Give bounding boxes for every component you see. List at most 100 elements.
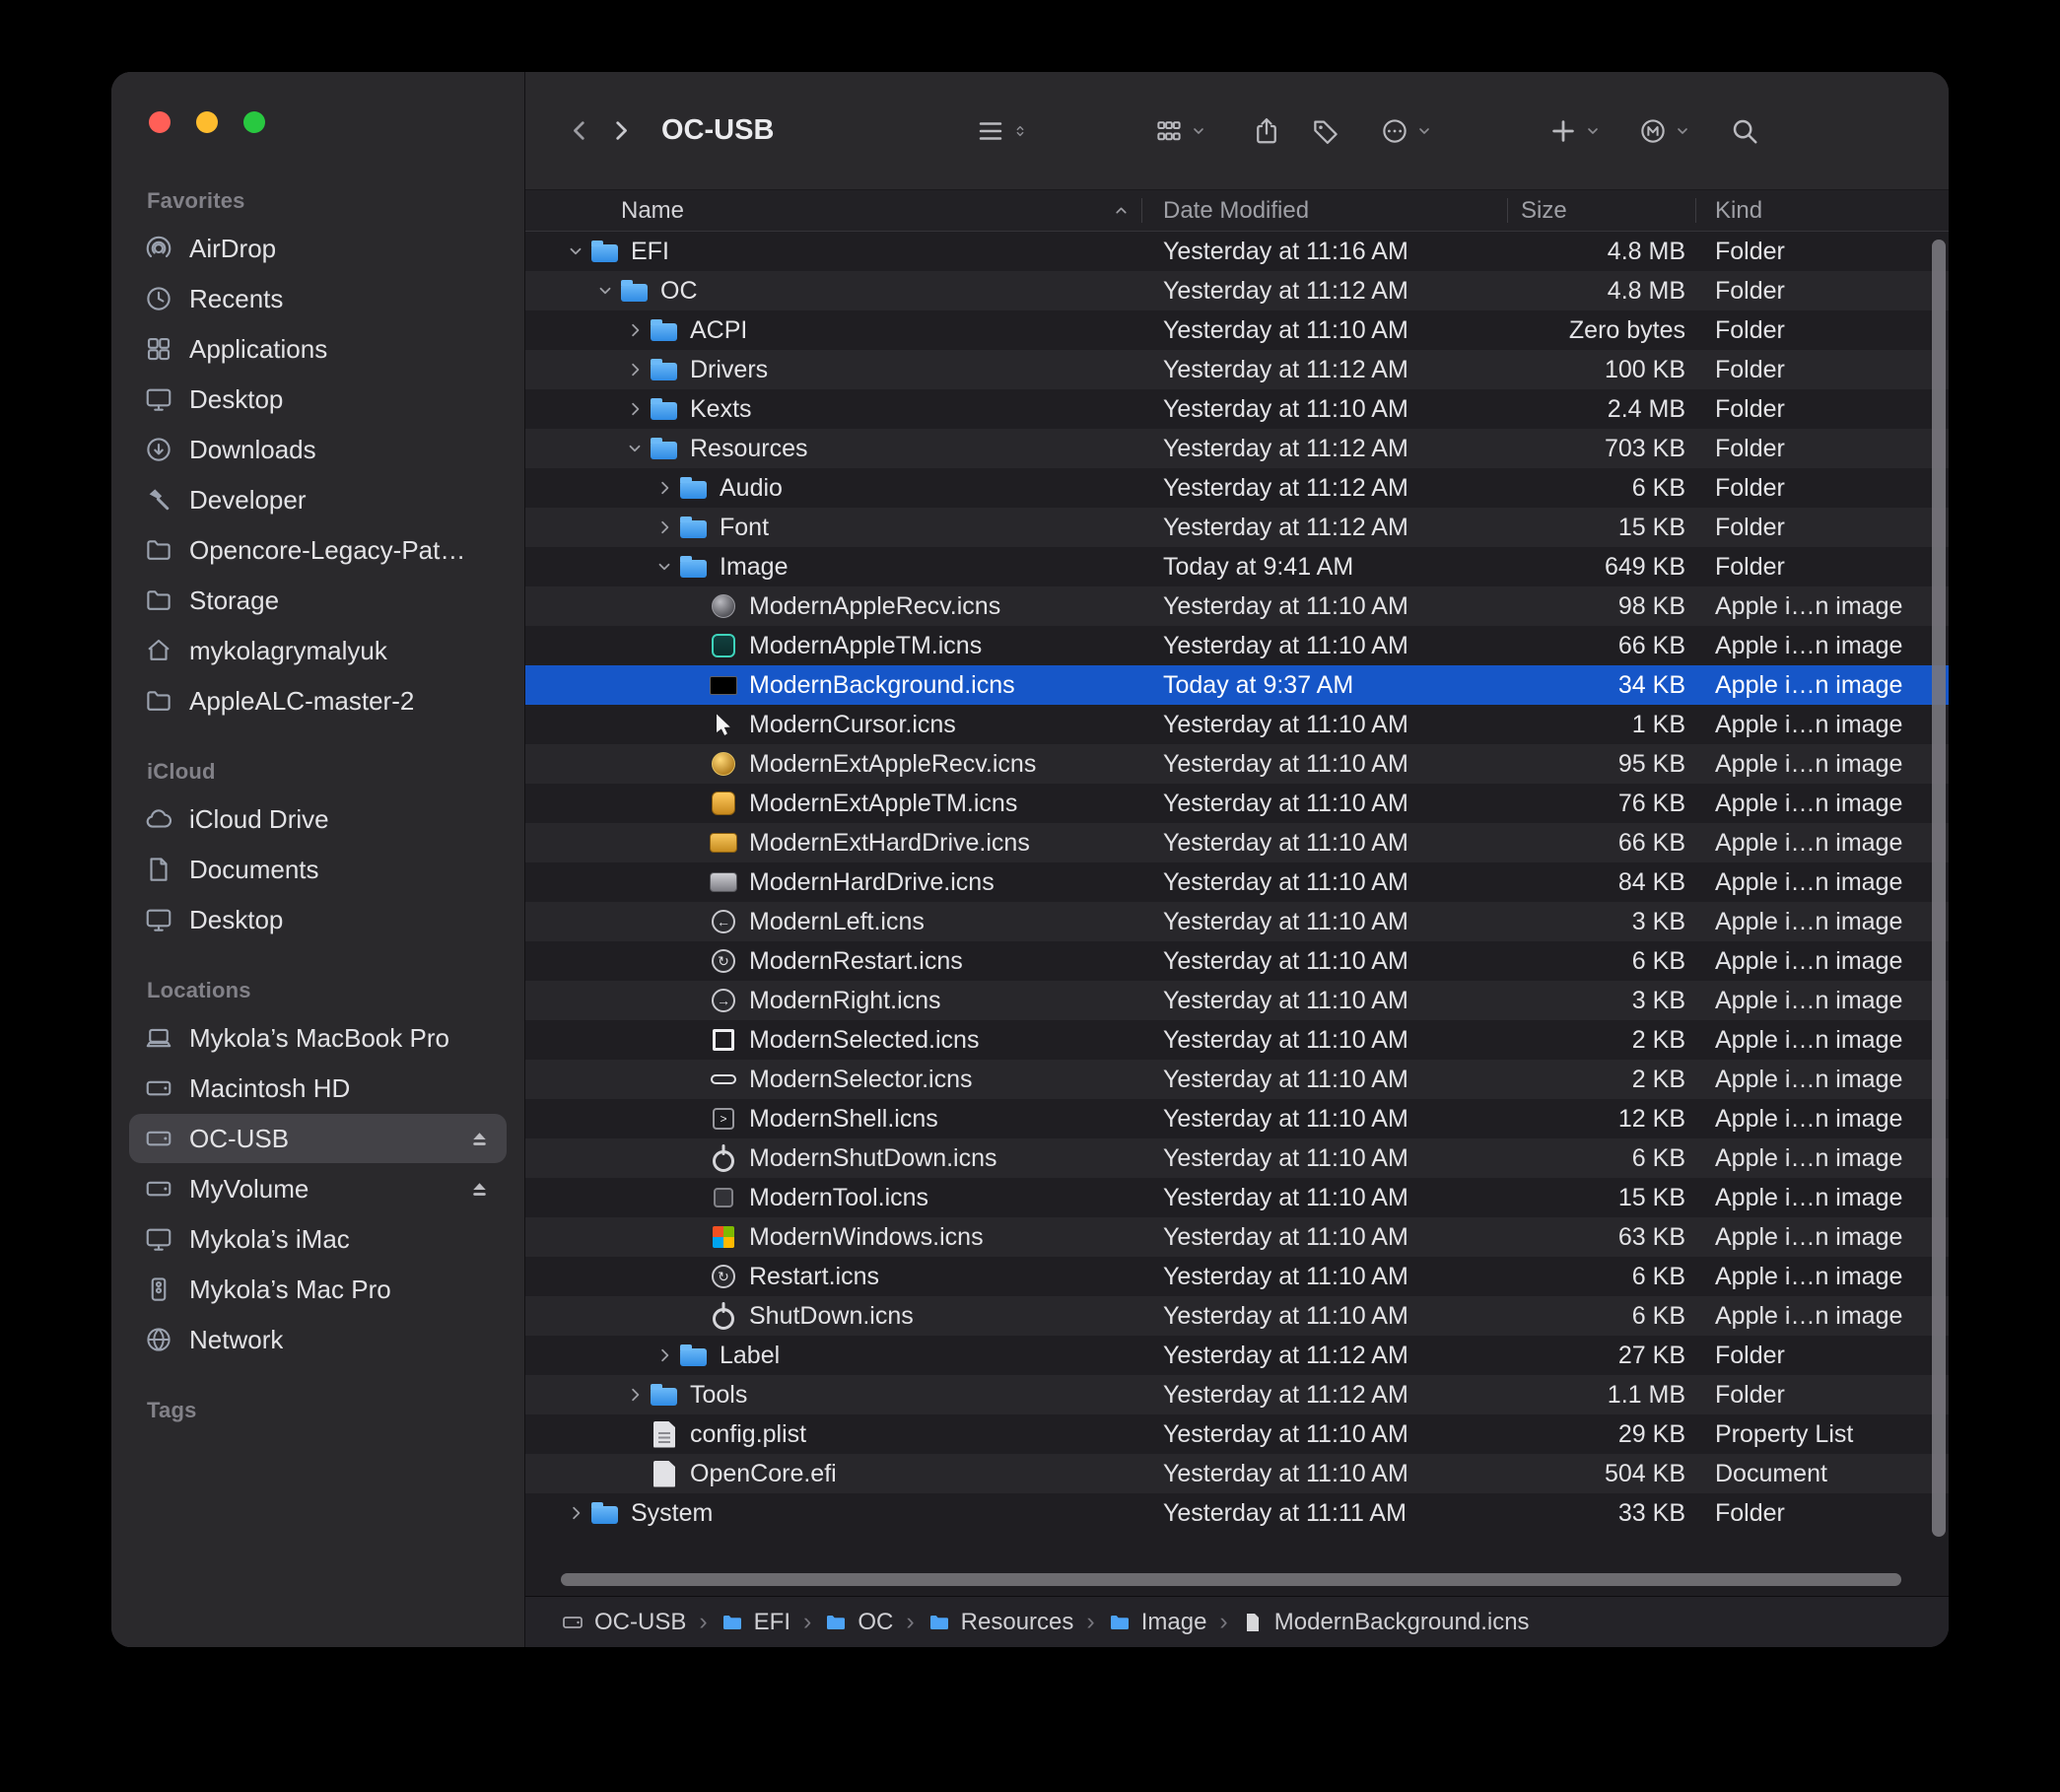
- file-row-kexts[interactable]: KextsYesterday at 11:10 AM2.4 MBFolder: [525, 389, 1949, 429]
- file-row-modernright-icns[interactable]: ModernRight.icnsYesterday at 11:10 AM3 K…: [525, 981, 1949, 1020]
- more-actions-button[interactable]: [1380, 116, 1432, 146]
- disclosure-closed-icon[interactable]: [650, 518, 679, 536]
- file-row-modernapplerecv-icns[interactable]: ModernAppleRecv.icnsYesterday at 11:10 A…: [525, 586, 1949, 626]
- fullscreen-button[interactable]: [243, 111, 265, 133]
- file-row-config-plist[interactable]: config.plistYesterday at 11:10 AM29 KBPr…: [525, 1414, 1949, 1454]
- file-row-shutdown-icns[interactable]: ShutDown.icnsYesterday at 11:10 AM6 KBAp…: [525, 1296, 1949, 1336]
- file-row-audio[interactable]: AudioYesterday at 11:12 AM6 KBFolder: [525, 468, 1949, 508]
- sidebar-item-mykola-s-imac[interactable]: Mykola’s iMac: [129, 1214, 507, 1264]
- date-modified-cell: Yesterday at 11:10 AM: [1141, 1066, 1507, 1094]
- file-row-modernrestart-icns[interactable]: ModernRestart.icnsYesterday at 11:10 AM6…: [525, 941, 1949, 981]
- file-row-modernshutdown-icns[interactable]: ModernShutDown.icnsYesterday at 11:10 AM…: [525, 1138, 1949, 1178]
- column-header-date-modified[interactable]: Date Modified: [1141, 190, 1507, 231]
- disclosure-closed-icon[interactable]: [620, 361, 650, 379]
- size-cell: 6 KB: [1507, 1263, 1695, 1291]
- disclosure-open-icon[interactable]: [561, 242, 590, 260]
- file-row-modernextharddrive-icns[interactable]: ModernExtHardDrive.icnsYesterday at 11:1…: [525, 823, 1949, 862]
- file-row-drivers[interactable]: DriversYesterday at 11:12 AM100 KBFolder: [525, 350, 1949, 389]
- file-row-modernselector-icns[interactable]: ModernSelector.icnsYesterday at 11:10 AM…: [525, 1060, 1949, 1099]
- file-row-opencore-efi[interactable]: OpenCore.efiYesterday at 11:10 AM504 KBD…: [525, 1454, 1949, 1493]
- path-item-image[interactable]: Image: [1108, 1609, 1207, 1636]
- sidebar-item-developer[interactable]: Developer: [129, 475, 507, 524]
- disclosure-closed-icon[interactable]: [650, 1346, 679, 1364]
- share-button[interactable]: [1252, 116, 1281, 146]
- file-row-modernwindows-icns[interactable]: ModernWindows.icnsYesterday at 11:10 AM6…: [525, 1217, 1949, 1257]
- disclosure-closed-icon[interactable]: [620, 400, 650, 418]
- forward-button[interactable]: [607, 117, 634, 144]
- path-item-resources[interactable]: Resources: [927, 1609, 1074, 1636]
- disclosure-open-icon[interactable]: [590, 282, 620, 300]
- back-button[interactable]: [567, 117, 593, 144]
- kind-cell: Apple i…n image: [1695, 711, 1949, 739]
- search-button[interactable]: [1730, 116, 1759, 146]
- sidebar-item-documents[interactable]: Documents: [129, 845, 507, 894]
- file-row-efi[interactable]: EFIYesterday at 11:16 AM4.8 MBFolder: [525, 232, 1949, 271]
- file-row-image[interactable]: ImageToday at 9:41 AM649 KBFolder: [525, 547, 1949, 586]
- sidebar-item-applealc-master-2[interactable]: AppleALC-master-2: [129, 676, 507, 725]
- minimize-button[interactable]: [196, 111, 218, 133]
- file-row-modernharddrive-icns[interactable]: ModernHardDrive.icnsYesterday at 11:10 A…: [525, 862, 1949, 902]
- file-row-system[interactable]: SystemYesterday at 11:11 AM33 KBFolder: [525, 1493, 1949, 1533]
- path-item-oc-usb[interactable]: OC-USB: [561, 1609, 686, 1636]
- sidebar-item-icloud-drive[interactable]: iCloud Drive: [129, 794, 507, 844]
- file-name: ModernRestart.icns: [749, 947, 963, 976]
- file-row-modernleft-icns[interactable]: ModernLeft.icnsYesterday at 11:10 AM3 KB…: [525, 902, 1949, 941]
- sidebar-item-oc-usb[interactable]: OC-USB: [129, 1114, 507, 1163]
- sidebar-item-recents[interactable]: Recents: [129, 274, 507, 323]
- disclosure-closed-icon[interactable]: [650, 479, 679, 497]
- file-row-modernselected-icns[interactable]: ModernSelected.icnsYesterday at 11:10 AM…: [525, 1020, 1949, 1060]
- column-header-size[interactable]: Size: [1507, 190, 1695, 231]
- group-button[interactable]: [1154, 116, 1206, 146]
- path-item-efi[interactable]: EFI: [721, 1609, 790, 1636]
- file-row-moderncursor-icns[interactable]: ModernCursor.icnsYesterday at 11:10 AM1 …: [525, 705, 1949, 744]
- file-row-modernextappletm-icns[interactable]: ModernExtAppleTM.icnsYesterday at 11:10 …: [525, 784, 1949, 823]
- file-row-modernshell-icns[interactable]: ModernShell.icnsYesterday at 11:10 AM12 …: [525, 1099, 1949, 1138]
- file-row-moderntool-icns[interactable]: ModernTool.icnsYesterday at 11:10 AM15 K…: [525, 1178, 1949, 1217]
- column-header-kind[interactable]: Kind: [1695, 190, 1949, 231]
- sidebar-item-myvolume[interactable]: MyVolume: [129, 1164, 507, 1213]
- file-row-restart-icns[interactable]: Restart.icnsYesterday at 11:10 AM6 KBApp…: [525, 1257, 1949, 1296]
- eject-icon[interactable]: [467, 1177, 492, 1202]
- sidebar-item-macintosh-hd[interactable]: Macintosh HD: [129, 1064, 507, 1113]
- path-item-modernbackground-icns[interactable]: ModernBackground.icns: [1241, 1609, 1530, 1636]
- column-header-name[interactable]: Name: [525, 190, 1141, 231]
- file-row-modernextapplerecv-icns[interactable]: ModernExtAppleRecv.icnsYesterday at 11:1…: [525, 744, 1949, 784]
- horizontal-scrollbar[interactable]: [561, 1573, 1901, 1586]
- file-row-font[interactable]: FontYesterday at 11:12 AM15 KBFolder: [525, 508, 1949, 547]
- sidebar-item-applications[interactable]: Applications: [129, 324, 507, 374]
- file-row-modernbackground-icns[interactable]: ModernBackground.icnsToday at 9:37 AM34 …: [525, 665, 1949, 705]
- sidebar-item-mykola-s-macbook-pro[interactable]: Mykola’s MacBook Pro: [129, 1013, 507, 1063]
- sidebar-item-downloads[interactable]: Downloads: [129, 425, 507, 474]
- sidebar-item-desktop[interactable]: Desktop: [129, 895, 507, 944]
- tag-button[interactable]: [1311, 116, 1340, 146]
- path-item-label: Resources: [961, 1609, 1074, 1636]
- view-mode-button[interactable]: [976, 116, 1028, 146]
- sidebar-item-mykolagrymalyuk[interactable]: mykolagrymalyuk: [129, 626, 507, 675]
- disclosure-open-icon[interactable]: [620, 440, 650, 457]
- size-cell: 3 KB: [1507, 908, 1695, 936]
- disclosure-closed-icon[interactable]: [620, 1386, 650, 1404]
- file-row-resources[interactable]: ResourcesYesterday at 11:12 AM703 KBFold…: [525, 429, 1949, 468]
- file-row-oc[interactable]: OCYesterday at 11:12 AM4.8 MBFolder: [525, 271, 1949, 310]
- name-cell: ModernAppleTM.icns: [525, 631, 1141, 660]
- sidebar-item-airdrop[interactable]: AirDrop: [129, 224, 507, 273]
- file-row-modernappletm-icns[interactable]: ModernAppleTM.icnsYesterday at 11:10 AM6…: [525, 626, 1949, 665]
- sidebar-item-opencore-legacy-pat[interactable]: Opencore-Legacy-Pat…: [129, 525, 507, 575]
- eject-icon[interactable]: [467, 1127, 492, 1151]
- user-menu-button[interactable]: [1638, 116, 1690, 146]
- sidebar-item-mykola-s-mac-pro[interactable]: Mykola’s Mac Pro: [129, 1265, 507, 1314]
- path-item-oc[interactable]: OC: [824, 1609, 893, 1636]
- file-row-acpi[interactable]: ACPIYesterday at 11:10 AMZero bytesFolde…: [525, 310, 1949, 350]
- close-button[interactable]: [149, 111, 171, 133]
- new-item-button[interactable]: [1548, 116, 1601, 146]
- name-cell: System: [525, 1498, 1141, 1528]
- sidebar-item-network[interactable]: Network: [129, 1315, 507, 1364]
- sidebar-item-storage[interactable]: Storage: [129, 576, 507, 625]
- vertical-scrollbar[interactable]: [1932, 240, 1946, 1537]
- file-row-tools[interactable]: ToolsYesterday at 11:12 AM1.1 MBFolder: [525, 1375, 1949, 1414]
- disclosure-closed-icon[interactable]: [620, 321, 650, 339]
- disclosure-closed-icon[interactable]: [561, 1504, 590, 1522]
- disclosure-open-icon[interactable]: [650, 558, 679, 576]
- sidebar-item-desktop[interactable]: Desktop: [129, 375, 507, 424]
- file-row-label[interactable]: LabelYesterday at 11:12 AM27 KBFolder: [525, 1336, 1949, 1375]
